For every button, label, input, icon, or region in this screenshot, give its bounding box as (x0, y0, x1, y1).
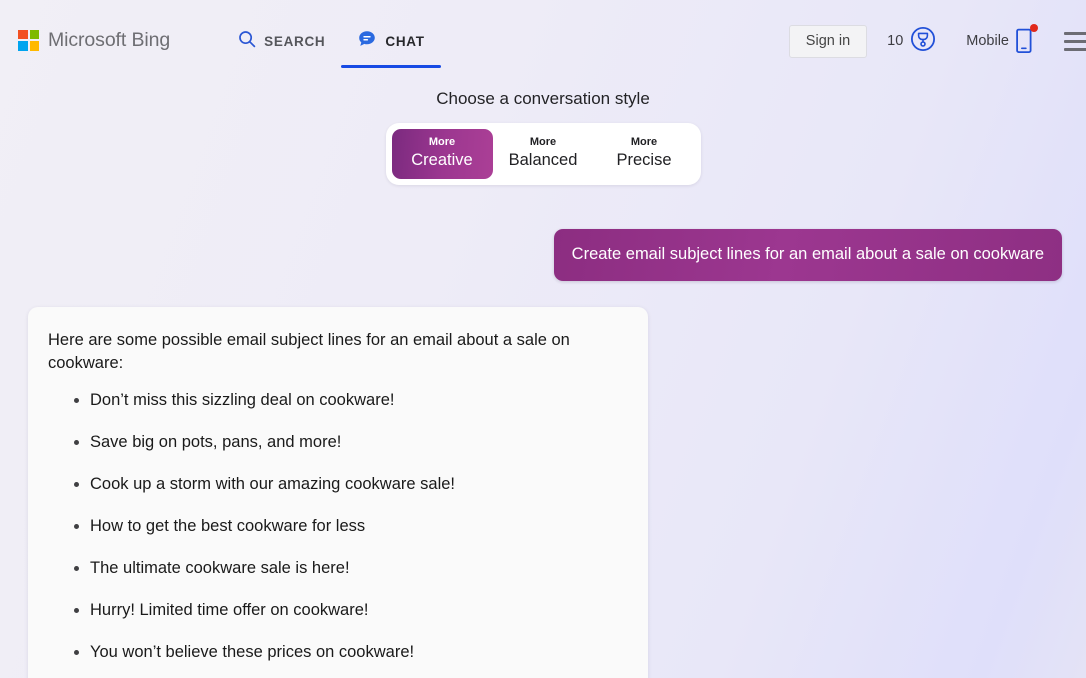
microsoft-logo-icon (18, 29, 39, 51)
mobile-link[interactable]: Mobile (966, 24, 1038, 56)
rewards-count: 10 (887, 33, 904, 49)
style-option-balanced-prefix: More (529, 136, 557, 148)
conversation-style-heading: Choose a conversation style (436, 89, 650, 108)
nav-tabs: SEARCH CHAT (222, 0, 441, 82)
style-option-precise[interactable]: More Precise (594, 129, 695, 179)
list-item: Don’t miss this sizzling deal on cookwar… (48, 389, 628, 412)
style-option-balanced-label: Balanced (508, 150, 578, 169)
tab-chat-label: CHAT (385, 33, 425, 49)
tab-search-label: SEARCH (264, 33, 326, 49)
bot-message-card: Here are some possible email subject lin… (28, 306, 648, 678)
user-message-row: Create email subject lines for an email … (0, 229, 1086, 281)
header-actions: Sign in 10 Mobile (788, 0, 1086, 82)
brand-name: Microsoft Bing (48, 28, 171, 51)
app-header: Microsoft Bing SEARCH CHAT Sign in 10 Mo… (0, 0, 1086, 82)
hamburger-menu-icon[interactable] (1064, 31, 1086, 51)
list-item: You won’t believe these prices on cookwa… (48, 641, 628, 664)
sign-in-button[interactable]: Sign in (788, 24, 868, 58)
list-item: Hurry! Limited time offer on cookware! (48, 599, 628, 622)
search-icon (238, 30, 256, 53)
tab-chat[interactable]: CHAT (341, 0, 441, 82)
rewards-link[interactable]: 10 (887, 26, 936, 57)
list-item: The ultimate cookware sale is here! (48, 557, 628, 580)
style-option-precise-prefix: More (630, 136, 658, 148)
chat-bubble-icon (357, 29, 377, 54)
list-item: Save big on pots, pans, and more! (48, 431, 628, 454)
bot-suggestion-list: Don’t miss this sizzling deal on cookwar… (48, 389, 628, 678)
style-option-creative-prefix: More (428, 136, 456, 148)
list-item: Cook up a storm with our amazing cookwar… (48, 473, 628, 496)
rewards-trophy-icon (910, 26, 936, 57)
tab-search[interactable]: SEARCH (222, 0, 341, 82)
style-option-creative[interactable]: More Creative (391, 129, 493, 180)
style-option-balanced[interactable]: More Balanced (493, 129, 594, 179)
list-item: How to get the best cookware for less (48, 515, 628, 538)
style-option-creative-label: Creative (411, 150, 473, 169)
mobile-label: Mobile (966, 33, 1009, 49)
notification-dot (1030, 24, 1038, 32)
conversation-style-toggle: More Creative More Balanced More Precise (385, 123, 701, 186)
conversation-style-section: Choose a conversation style More Creativ… (0, 89, 1086, 186)
style-option-precise-label: Precise (616, 150, 672, 169)
bot-message-row: Here are some possible email subject lin… (0, 306, 1086, 678)
chat-thread: Create email subject lines for an email … (0, 229, 1086, 678)
mobile-phone-icon (1016, 24, 1038, 56)
bot-intro-text: Here are some possible email subject lin… (48, 330, 570, 372)
user-message-bubble: Create email subject lines for an email … (553, 229, 1062, 281)
brand-logo[interactable]: Microsoft Bing (18, 29, 170, 52)
